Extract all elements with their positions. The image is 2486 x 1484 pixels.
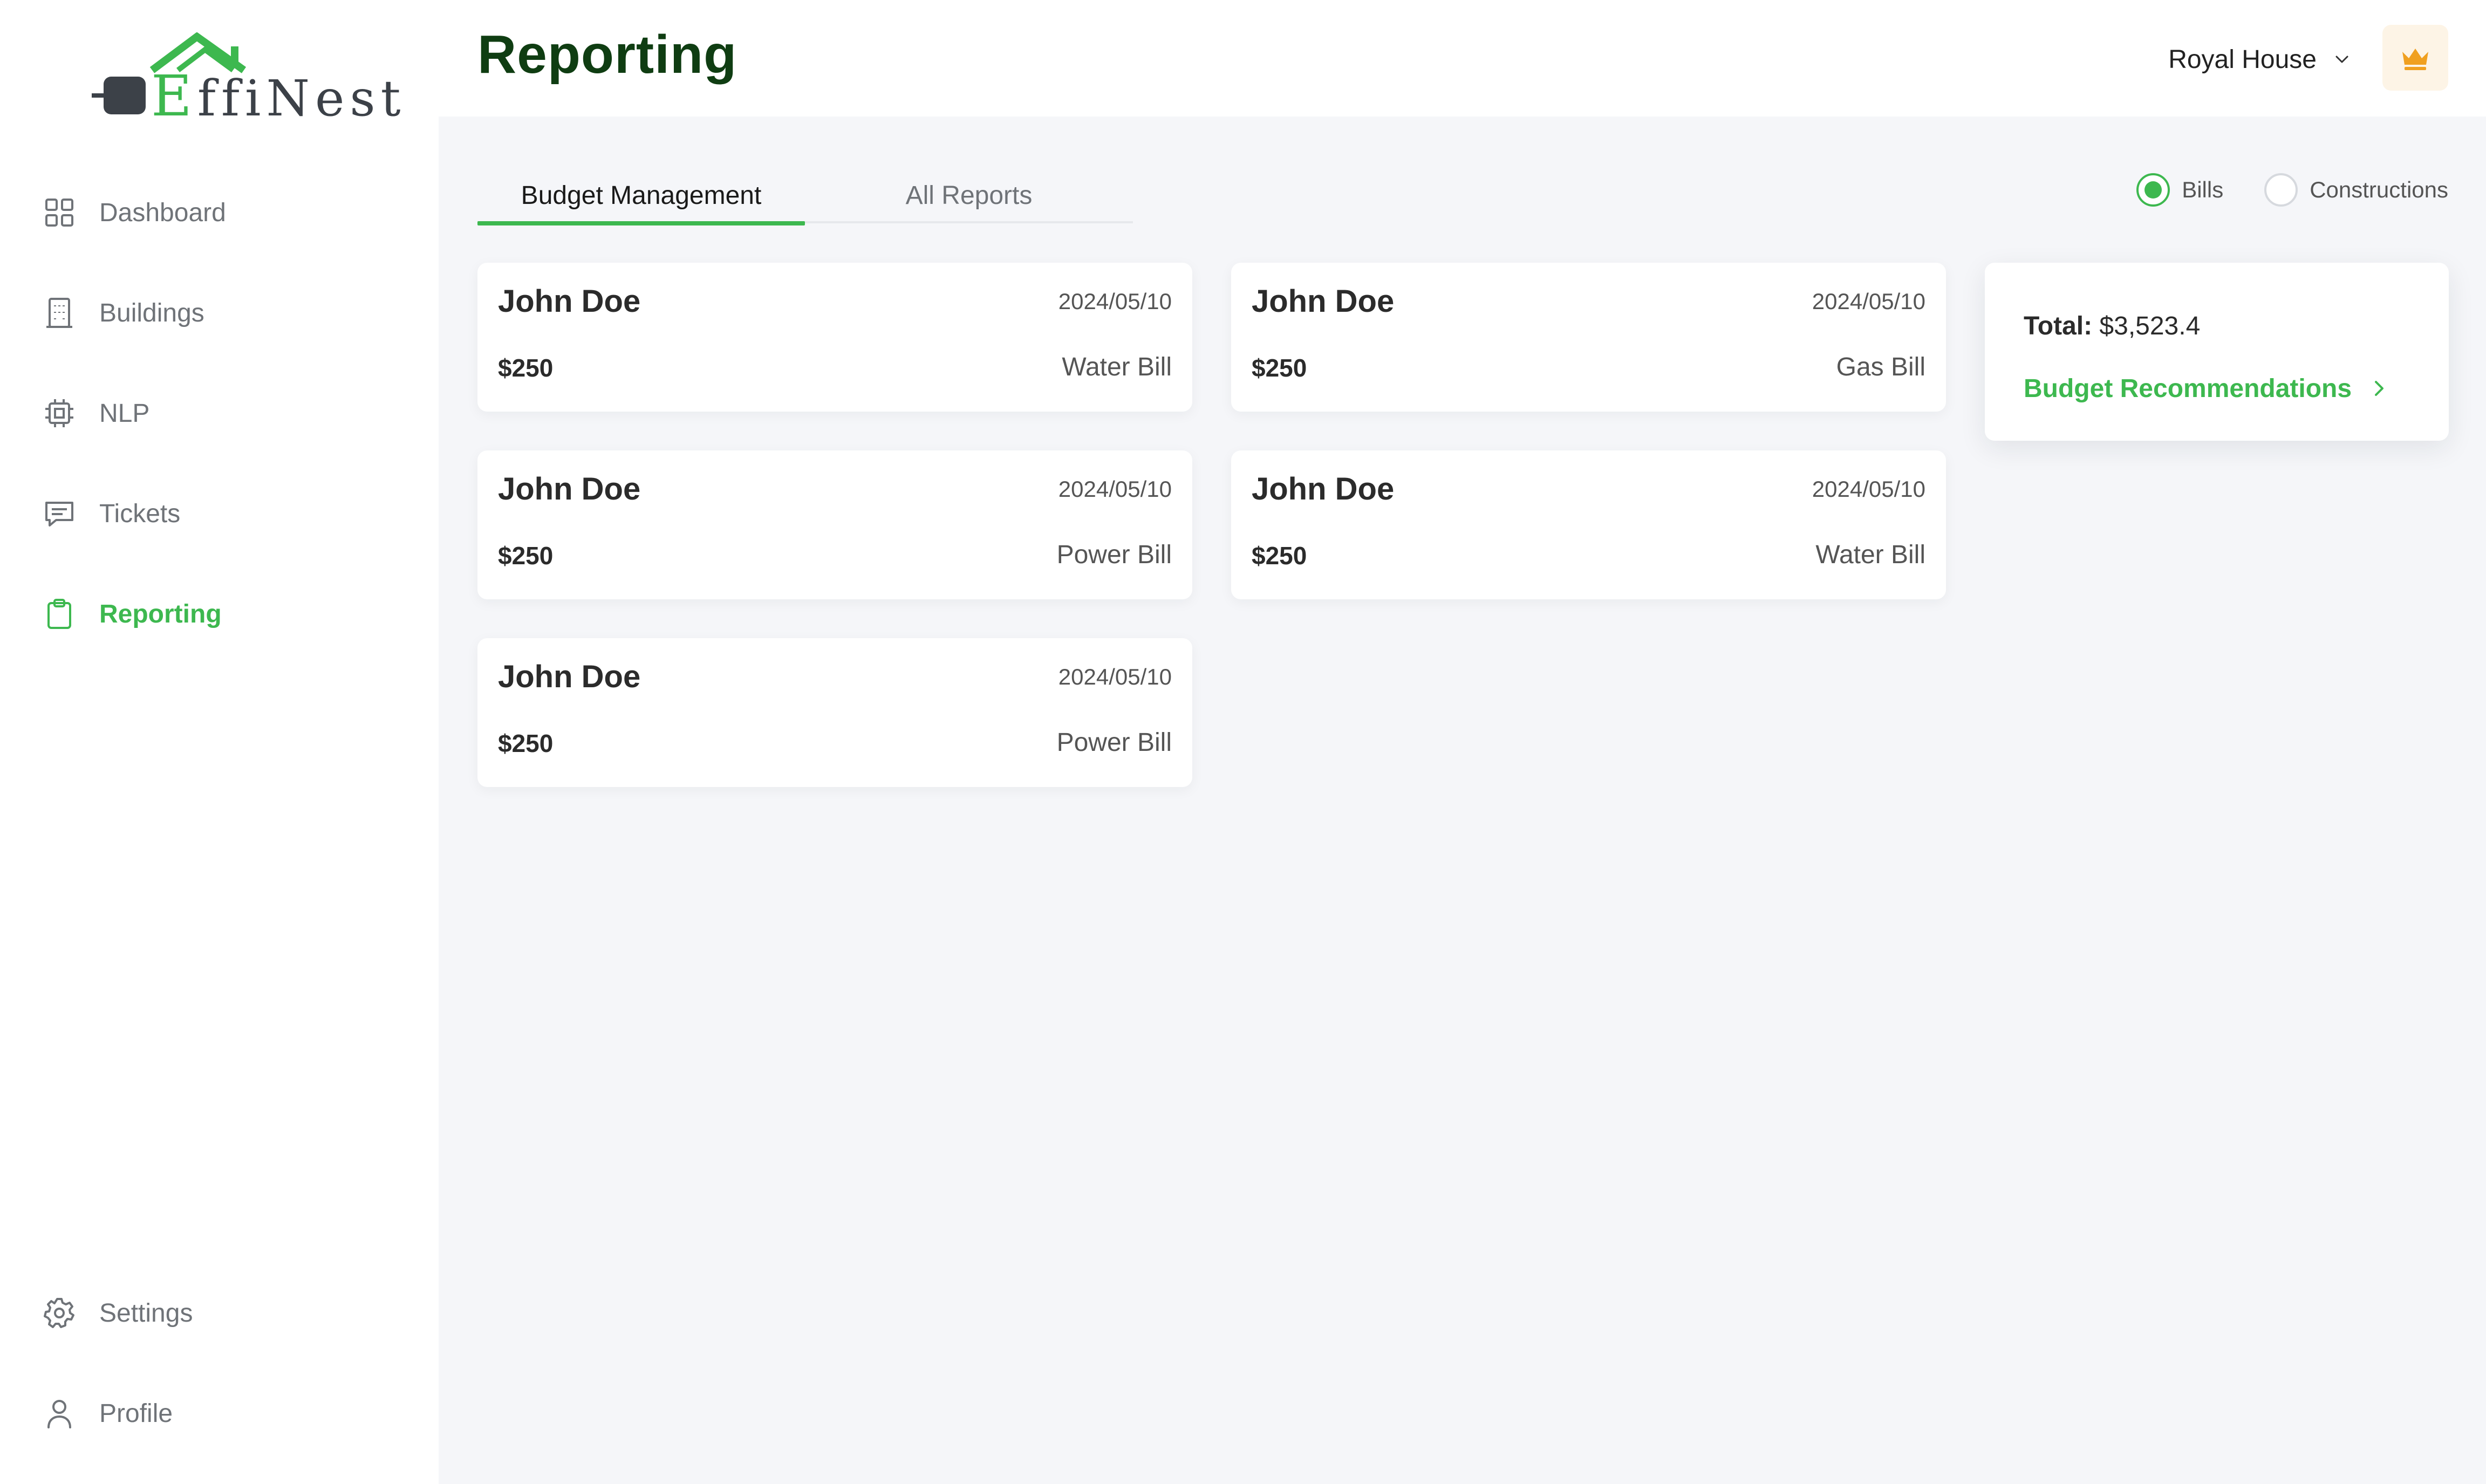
- effinest-logo[interactable]: EffiNest: [92, 32, 401, 124]
- sidebar-item-label: Profile: [99, 1399, 173, 1428]
- message-icon: [42, 496, 77, 531]
- report-type-filter: Bills Constructions: [2136, 172, 2448, 208]
- sidebar-item-reporting[interactable]: Reporting: [42, 582, 393, 646]
- bill-card-type: Gas Bill: [1836, 353, 1925, 381]
- sidebar-item-buildings[interactable]: Buildings: [42, 281, 393, 345]
- radio-constructions[interactable]: Constructions: [2264, 173, 2448, 207]
- chevron-right-icon: [2375, 381, 2384, 396]
- budget-total: Total: $3,523.4: [2024, 311, 2200, 341]
- top-bar: Reporting Royal House: [439, 0, 2486, 117]
- sidebar-item-label: Buildings: [99, 298, 204, 327]
- bill-card-date: 2024/05/10: [1812, 289, 1925, 314]
- budget-summary-card: Total: $3,523.4 Budget Recommendations: [1985, 263, 2449, 441]
- bill-card[interactable]: John Doe 2024/05/10 $250 Gas Bill: [1231, 263, 1946, 412]
- bill-card-name: John Doe: [1252, 284, 1395, 319]
- bill-card-amount: $250: [498, 729, 554, 757]
- sidebar-item-label: NLP: [99, 399, 150, 428]
- sidebar-item-label: Settings: [99, 1298, 193, 1328]
- bill-card-amount: $250: [498, 354, 554, 382]
- sidebar-item-tickets[interactable]: Tickets: [42, 481, 393, 546]
- bill-card[interactable]: John Doe 2024/05/10 $250 Water Bill: [1231, 450, 1946, 599]
- chip-icon: [42, 396, 77, 430]
- budget-recommendations-label: Budget Recommendations: [2024, 374, 2352, 403]
- tab-all-reports[interactable]: All Reports: [805, 167, 1133, 223]
- page-title: Reporting: [477, 24, 737, 85]
- sidebar-item-profile[interactable]: Profile: [42, 1381, 393, 1446]
- crown-icon: [2402, 49, 2428, 70]
- bill-card-type: Water Bill: [1062, 353, 1172, 381]
- tab-budget-management[interactable]: Budget Management: [477, 167, 805, 225]
- total-label: Total:: [2024, 312, 2093, 340]
- logo-letter-e: E: [151, 63, 197, 129]
- user-icon: [42, 1396, 77, 1431]
- sidebar-item-label: Dashboard: [99, 198, 226, 227]
- bill-card-type: Power Bill: [1056, 541, 1172, 569]
- clipboard-icon: [42, 597, 77, 631]
- radio-label: Constructions: [2310, 177, 2448, 202]
- bill-card-amount: $250: [1252, 542, 1307, 570]
- sidebar-item-settings[interactable]: Settings: [42, 1281, 393, 1345]
- gear-icon: [42, 1296, 77, 1330]
- radio-label: Bills: [2182, 177, 2224, 202]
- bill-card-date: 2024/05/10: [1058, 664, 1172, 689]
- bill-card-amount: $250: [1252, 354, 1307, 382]
- bill-card-type: Water Bill: [1815, 541, 1925, 569]
- sidebar-item-dashboard[interactable]: Dashboard: [42, 180, 393, 245]
- sidebar-item-nlp[interactable]: NLP: [42, 381, 393, 446]
- premium-crown-button[interactable]: [2382, 25, 2448, 91]
- bill-card-amount: $250: [498, 542, 554, 570]
- bill-card-name: John Doe: [498, 659, 641, 694]
- bill-card[interactable]: John Doe 2024/05/10 $250 Water Bill: [477, 263, 1192, 412]
- bill-card-date: 2024/05/10: [1058, 289, 1172, 314]
- sidebar-item-label: Reporting: [99, 599, 222, 628]
- bill-card-name: John Doe: [1252, 471, 1395, 507]
- logo-letters: ffiNest: [197, 70, 406, 127]
- logo-text: EffiNest: [151, 68, 406, 124]
- sidebar-item-label: Tickets: [99, 499, 181, 528]
- radio-indicator: [2264, 173, 2298, 207]
- radio-indicator: [2136, 173, 2170, 207]
- chevron-down-icon: [2335, 56, 2348, 63]
- grid-icon: [42, 195, 77, 230]
- bill-card[interactable]: John Doe 2024/05/10 $250 Power Bill: [477, 638, 1192, 787]
- bill-card-name: John Doe: [498, 284, 641, 319]
- bill-card-date: 2024/05/10: [1812, 476, 1925, 502]
- house-select-value: Royal House: [2168, 45, 2317, 74]
- bill-card-name: John Doe: [498, 471, 641, 507]
- report-tabs: Budget Management All Reports: [477, 167, 1133, 225]
- radio-bills[interactable]: Bills: [2136, 173, 2223, 207]
- bill-card-date: 2024/05/10: [1058, 476, 1172, 502]
- budget-recommendations-link[interactable]: Budget Recommendations: [2024, 370, 2387, 407]
- sidebar: EffiNest Dashboard Buildings NLP Tickets…: [0, 0, 439, 1484]
- main-content: Reporting Royal House Budget Management …: [439, 0, 2486, 1484]
- total-value: $3,523.4: [2099, 312, 2201, 340]
- bill-card[interactable]: John Doe 2024/05/10 $250 Power Bill: [477, 450, 1192, 599]
- building-icon: [42, 296, 77, 330]
- bill-card-type: Power Bill: [1056, 728, 1172, 757]
- app-root: EffiNest Dashboard Buildings NLP Tickets…: [0, 0, 2486, 1484]
- house-select-dropdown[interactable]: Royal House: [2168, 38, 2351, 81]
